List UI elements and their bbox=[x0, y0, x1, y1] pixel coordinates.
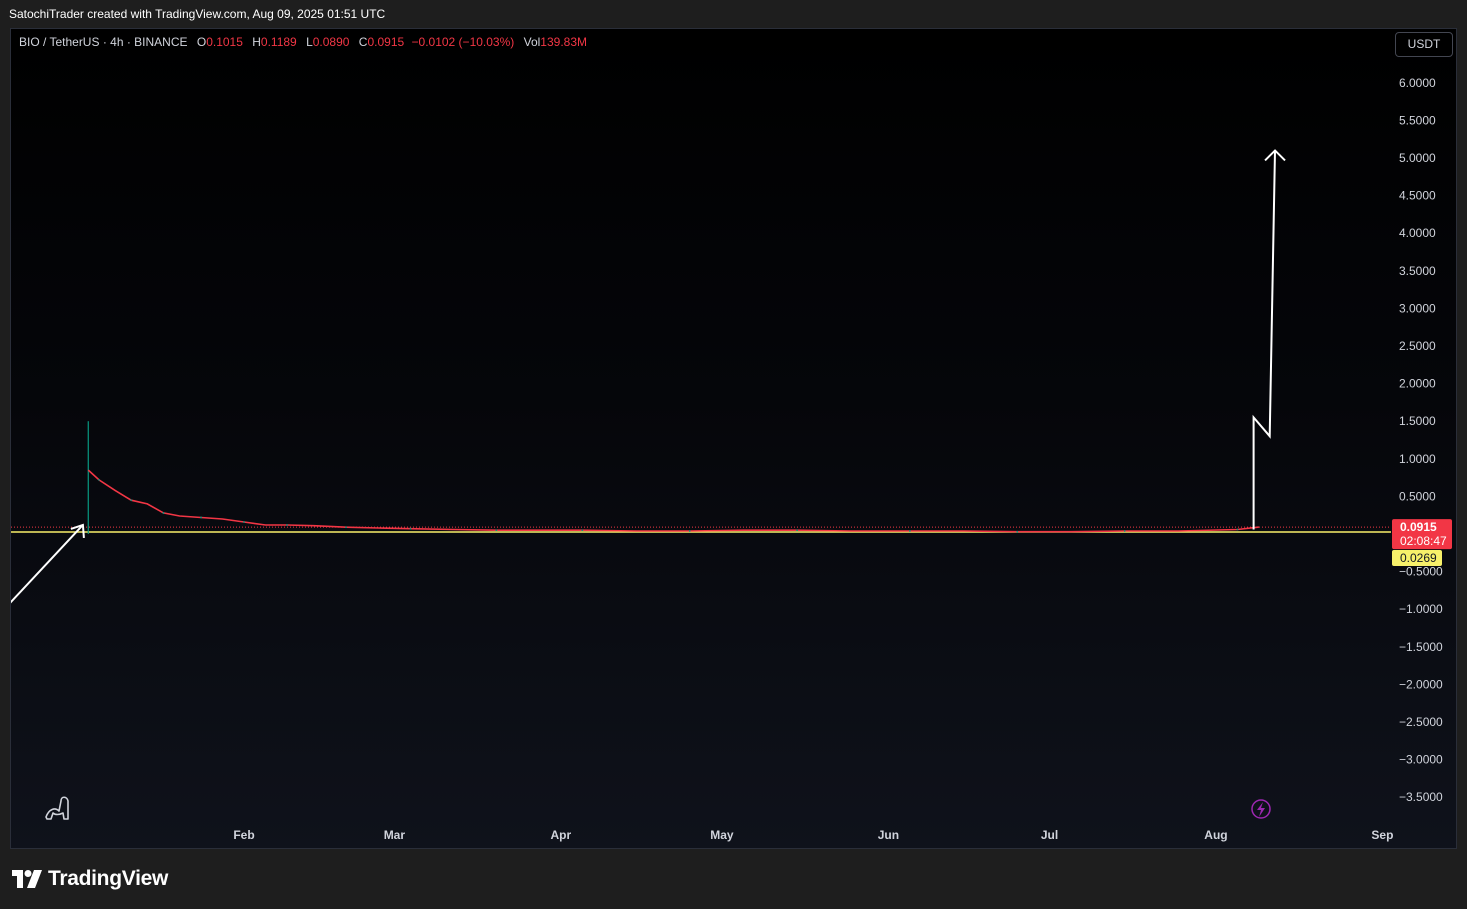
volume-value: 139.83M bbox=[540, 35, 587, 49]
x-month-label: Jul bbox=[1041, 828, 1058, 842]
price-point bbox=[345, 526, 347, 529]
chart-credit-bar: SatochiTrader created with TradingView.c… bbox=[0, 0, 1467, 28]
price-point bbox=[1236, 528, 1239, 531]
tradingview-logo[interactable]: TradingView bbox=[12, 866, 168, 892]
x-month-label: Apr bbox=[550, 828, 571, 842]
price-point bbox=[409, 527, 412, 530]
dino-icon bbox=[45, 796, 69, 820]
price-series-line bbox=[87, 469, 1259, 533]
price-point bbox=[200, 516, 202, 519]
high-label: H bbox=[252, 35, 261, 49]
x-month-label: May bbox=[710, 828, 734, 842]
brand-name: TradingView bbox=[48, 867, 169, 890]
y-tick-label: −3.0000 bbox=[1399, 753, 1443, 767]
y-tick-label: 1.5000 bbox=[1399, 414, 1436, 428]
open-value: 0.1015 bbox=[206, 35, 243, 49]
y-tick-label: 5.0000 bbox=[1399, 151, 1436, 165]
x-month-label: Feb bbox=[233, 828, 254, 842]
price-badge-value: 0.0915 bbox=[1400, 520, 1437, 534]
low-label: L bbox=[306, 35, 313, 49]
price-point bbox=[688, 530, 691, 532]
y-tick-label: 1.0000 bbox=[1399, 452, 1436, 466]
ohlc-legend: BIO / TetherUS · 4h · BINANCE O0.1015 H0… bbox=[19, 35, 587, 49]
x-month-label: Jun bbox=[878, 828, 899, 842]
price-chart[interactable]: 6.0000 5.5000 5.0000 4.5000 4.0000 3.5000 3.00… bbox=[11, 29, 1457, 849]
price-point bbox=[98, 478, 100, 481]
chart-pane[interactable]: 6.0000 5.5000 5.0000 4.5000 4.0000 3.5000 3.00… bbox=[10, 28, 1457, 849]
y-tick-label: 2.5000 bbox=[1399, 339, 1436, 353]
change-value: −0.0102 (−10.03%) bbox=[411, 35, 515, 49]
price-point bbox=[908, 530, 911, 532]
y-tick-label: 4.0000 bbox=[1399, 226, 1436, 240]
symbol-label[interactable]: BIO / TetherUS · 4h · BINANCE bbox=[19, 35, 188, 49]
x-month-label: Sep bbox=[1371, 828, 1393, 842]
level-badge-value: 0.0269 bbox=[1400, 551, 1437, 565]
y-tick-label: −3.5000 bbox=[1399, 790, 1443, 804]
y-tick-label: −2.5000 bbox=[1399, 715, 1443, 729]
y-tick-label: 3.0000 bbox=[1399, 301, 1436, 315]
y-tick-label: −1.0000 bbox=[1399, 602, 1443, 616]
price-badge-countdown: 02:08:47 bbox=[1400, 534, 1447, 548]
y-tick-label: 4.5000 bbox=[1399, 189, 1436, 203]
y-tick-label: 5.5000 bbox=[1399, 113, 1436, 127]
y-tick-label: −0.5000 bbox=[1399, 565, 1443, 579]
chart-credit: SatochiTrader created with TradingView.c… bbox=[9, 7, 386, 21]
volume-label: Vol bbox=[523, 35, 541, 49]
y-tick-label: −2.0000 bbox=[1399, 677, 1443, 691]
price-point bbox=[130, 499, 133, 502]
price-point bbox=[796, 529, 799, 532]
price-point bbox=[162, 512, 165, 514]
x-month-label: Aug bbox=[1204, 828, 1227, 842]
close-value: 0.0915 bbox=[367, 35, 405, 49]
currency-button[interactable]: USDT bbox=[1395, 32, 1453, 57]
price-point bbox=[495, 529, 498, 532]
y-tick-label: 3.5000 bbox=[1399, 264, 1436, 278]
low-value: 0.0890 bbox=[312, 35, 350, 49]
y-tick-label: 0.5000 bbox=[1399, 489, 1436, 503]
price-point bbox=[286, 524, 288, 526]
high-value: 0.1189 bbox=[260, 35, 297, 49]
y-tick-label: 6.0000 bbox=[1399, 76, 1436, 90]
y-tick-label: 2.0000 bbox=[1399, 377, 1436, 391]
lightning-icon-bolt bbox=[1257, 802, 1265, 817]
x-month-label: Mar bbox=[384, 828, 406, 842]
price-point bbox=[243, 521, 245, 523]
target-arrow bbox=[1252, 150, 1276, 530]
price-point bbox=[1123, 530, 1126, 532]
y-tick-label: −1.5000 bbox=[1399, 640, 1443, 654]
tradingview-logo-icon bbox=[12, 870, 42, 888]
price-point bbox=[1016, 530, 1019, 533]
entry-arrow bbox=[11, 524, 84, 604]
open-label: O bbox=[196, 35, 207, 49]
price-point bbox=[581, 529, 584, 532]
